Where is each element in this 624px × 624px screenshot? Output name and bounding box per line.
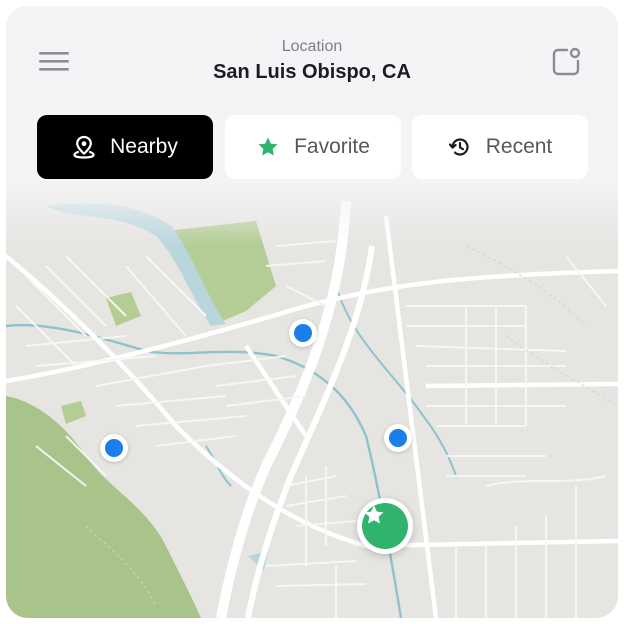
nearby-marker[interactable] <box>289 319 317 347</box>
header: Location San Luis Obispo, CA <box>6 6 618 106</box>
notification-button[interactable] <box>550 46 582 78</box>
filter-tabs: Nearby Favorite Recent <box>37 115 588 179</box>
nearby-marker[interactable] <box>100 434 128 462</box>
notification-icon <box>552 47 581 76</box>
tab-label: Favorite <box>294 135 370 158</box>
tab-label: Nearby <box>110 135 178 158</box>
nearby-marker[interactable] <box>384 424 412 452</box>
star-icon <box>256 135 280 159</box>
location-label: Location <box>281 38 343 55</box>
location-value[interactable]: San Luis Obispo, CA <box>6 61 618 84</box>
tab-nearby[interactable]: Nearby <box>37 115 213 179</box>
star-icon <box>364 505 384 524</box>
history-icon <box>448 135 472 159</box>
tab-favorite[interactable]: Favorite <box>225 115 401 179</box>
location-pin-icon <box>72 135 96 159</box>
tab-recent[interactable]: Recent <box>412 115 588 179</box>
favorite-marker[interactable] <box>357 498 413 554</box>
tab-label: Recent <box>485 135 553 158</box>
location-card: Location San Luis Obispo, CA Nearby Favo… <box>6 6 618 618</box>
